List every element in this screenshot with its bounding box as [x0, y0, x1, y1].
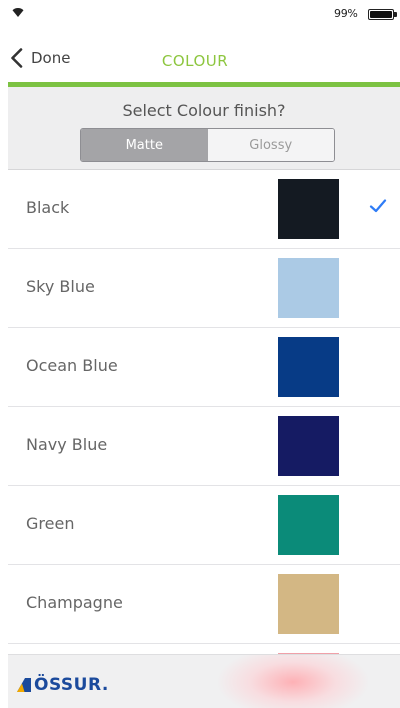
colour-swatch [278, 258, 339, 318]
finish-prompt: Select Colour finish? [122, 101, 286, 120]
footer-bar: ÖSSUR. [8, 654, 400, 708]
wifi-icon [12, 8, 24, 17]
checkmark-icon [369, 199, 387, 213]
colour-swatch [278, 179, 339, 239]
ossur-logo-mark [17, 678, 31, 692]
colour-label: Black [26, 198, 70, 217]
colour-row-ocean-blue[interactable]: Ocean Blue [8, 328, 400, 407]
colour-row-champagne[interactable]: Champagne [8, 565, 400, 644]
colour-row-partial[interactable] [8, 644, 400, 654]
ossur-logo-text: ÖSSUR. [34, 675, 109, 695]
colour-swatch [278, 416, 339, 476]
battery-tip [394, 12, 397, 17]
battery-percentage: 99% [334, 7, 358, 20]
colour-label: Sky Blue [26, 277, 95, 296]
footer-glow [218, 655, 368, 708]
colour-row-sky-blue[interactable]: Sky Blue [8, 249, 400, 328]
ossur-logo: ÖSSUR. [16, 675, 109, 695]
colour-row-navy-blue[interactable]: Navy Blue [8, 407, 400, 486]
colour-list: Black Sky Blue Ocean Blue Navy Blue Gree… [8, 170, 400, 654]
segment-glossy[interactable]: Glossy [207, 129, 334, 161]
colour-label: Ocean Blue [26, 356, 118, 375]
finish-selector-panel: Select Colour finish? Matte Glossy [8, 87, 400, 170]
battery-icon [368, 9, 394, 20]
colour-label: Navy Blue [26, 435, 108, 454]
page-title: COLOUR [161, 52, 229, 70]
finish-segmented-control: Matte Glossy [80, 128, 335, 162]
colour-label: Champagne [26, 593, 123, 612]
colour-swatch [278, 337, 339, 397]
colour-row-black[interactable]: Black [8, 170, 400, 249]
navigation-bar: Done COLOUR [0, 30, 400, 82]
colour-label: Green [26, 514, 75, 533]
segment-matte[interactable]: Matte [81, 129, 208, 161]
colour-swatch [278, 495, 339, 555]
colour-row-green[interactable]: Green [8, 486, 400, 565]
status-bar: 99% [0, 0, 400, 30]
colour-swatch [278, 574, 339, 634]
